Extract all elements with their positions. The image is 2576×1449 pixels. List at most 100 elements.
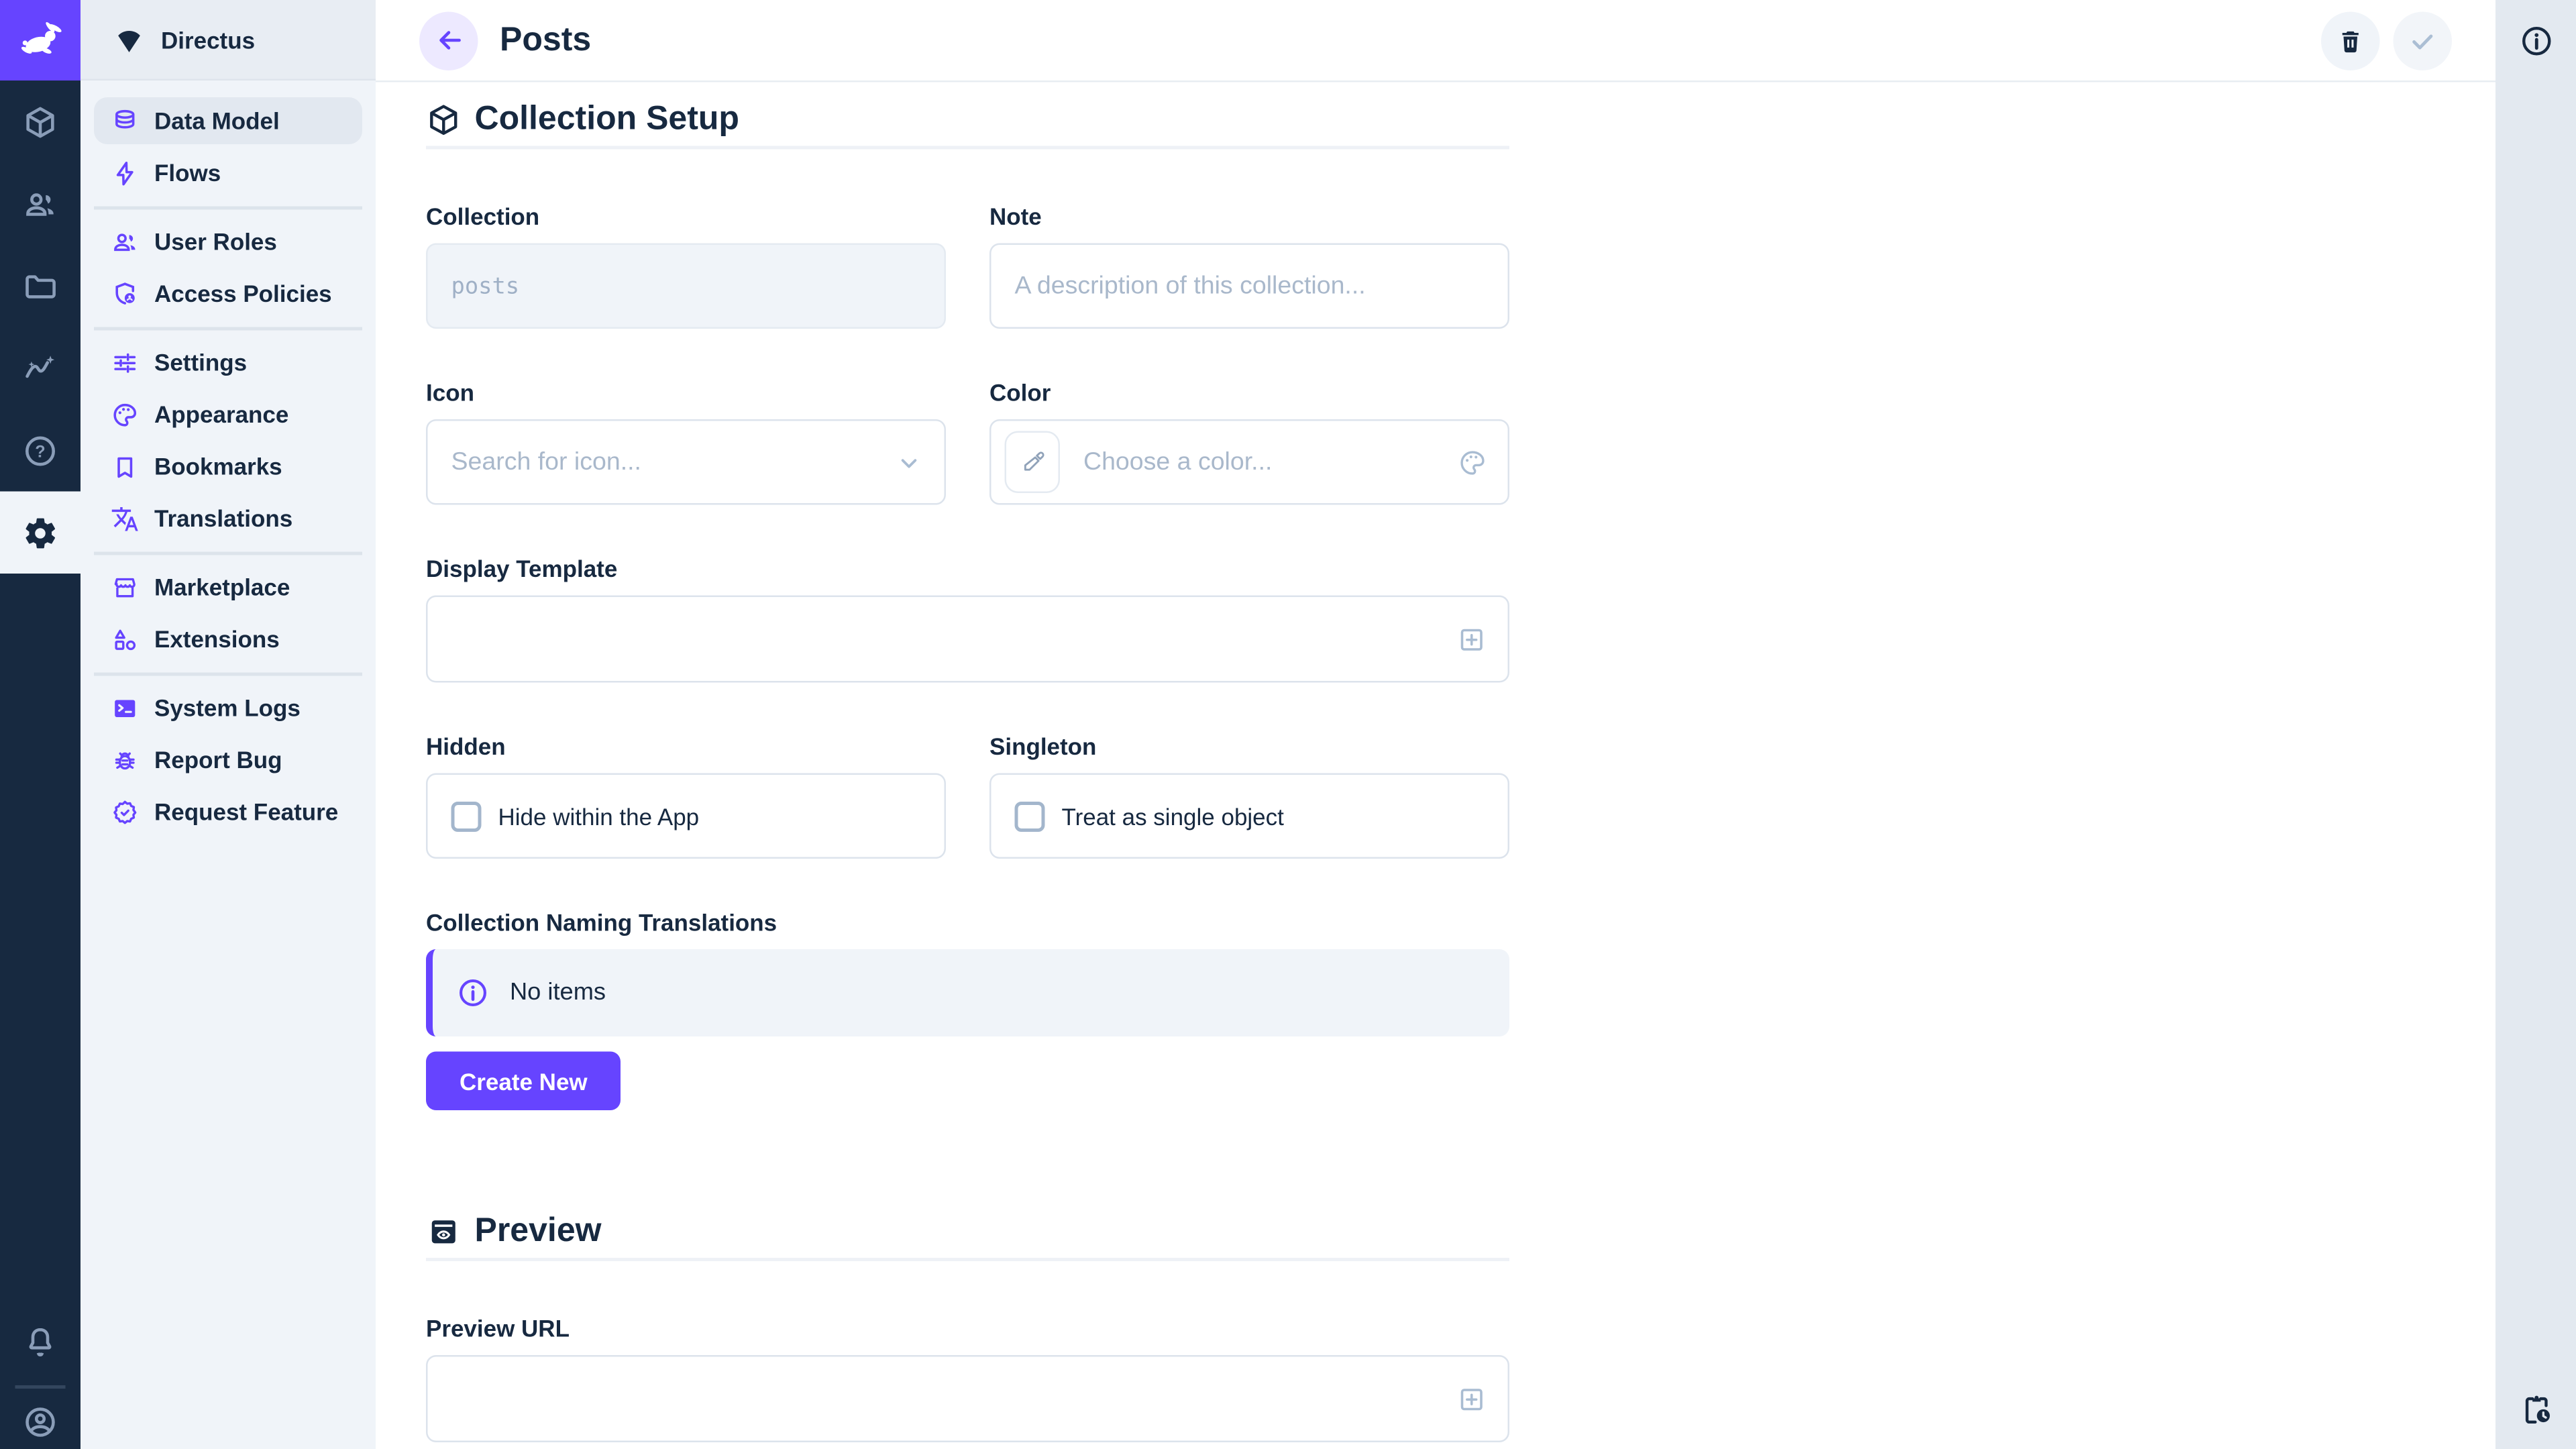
singleton-checkbox-row[interactable]: Treat as single object	[989, 773, 1509, 859]
nav-item-label: Request Feature	[154, 798, 338, 825]
nav-item-request-feature[interactable]: Request Feature	[94, 788, 362, 835]
nav-item-label: Data Model	[154, 107, 280, 134]
nav-item-flows[interactable]: Flows	[94, 150, 362, 197]
nav-item-bookmarks[interactable]: Bookmarks	[94, 443, 362, 490]
module-users[interactable]	[0, 163, 80, 246]
nav-item-label: Appearance	[154, 401, 288, 428]
info-circle-icon	[456, 976, 490, 1010]
nav-item-settings[interactable]: Settings	[94, 339, 362, 386]
nav-item-label: Settings	[154, 349, 247, 376]
section-collection-setup: Collection Setup	[426, 99, 1509, 140]
field-label: Note	[989, 203, 1509, 232]
color-input[interactable]	[1060, 421, 1458, 504]
sidebar-info-button[interactable]	[2496, 0, 2576, 80]
terminal-icon	[111, 694, 140, 722]
nav-item-user-roles[interactable]: User Roles	[94, 218, 362, 265]
nav-item-system-logs[interactable]: System Logs	[94, 684, 362, 731]
hidden-checkbox[interactable]	[451, 801, 482, 831]
trash-icon	[2337, 26, 2365, 55]
module-help[interactable]: ?	[0, 409, 80, 492]
nav-item-appearance[interactable]: Appearance	[94, 391, 362, 438]
empty-state-text: No items	[510, 979, 606, 1006]
chevron-down-icon[interactable]	[894, 447, 924, 477]
nav-item-label: Flows	[154, 160, 221, 186]
field-hidden: Hidden Hide within the App	[426, 733, 946, 859]
translate-icon	[111, 504, 140, 533]
module-bar: ?	[0, 0, 80, 1449]
account-button[interactable]	[0, 1395, 80, 1449]
field-display-template: Display Template	[426, 555, 1509, 683]
field-collection: Collection	[426, 203, 946, 329]
back-button[interactable]	[419, 11, 478, 70]
field-label: Color	[989, 379, 1509, 408]
module-insights[interactable]	[0, 327, 80, 410]
module-files[interactable]	[0, 245, 80, 327]
project-info-bar[interactable]: Directus	[80, 0, 376, 80]
nav-divider	[94, 672, 362, 675]
icon-search-input[interactable]	[428, 421, 894, 504]
page-header: Posts	[376, 0, 2496, 83]
field-label: Collection Naming Translations	[426, 909, 1509, 938]
color-swatch-button[interactable]	[1005, 431, 1061, 494]
add-box-icon[interactable]	[1456, 1383, 1488, 1415]
no-items-notice: No items	[426, 949, 1509, 1036]
notifications-button[interactable]	[0, 1305, 80, 1379]
arrow-left-icon	[432, 23, 466, 57]
main-area: Posts	[376, 0, 2496, 1449]
delete-button[interactable]	[2321, 11, 2380, 70]
nav-item-label: Report Bug	[154, 747, 282, 773]
preview-url-input[interactable]	[428, 1357, 1456, 1441]
hidden-checkbox-row[interactable]: Hide within the App	[426, 773, 946, 859]
eyedropper-icon	[1019, 449, 1046, 476]
nav-item-marketplace[interactable]: Marketplace	[94, 564, 362, 610]
bolt-icon	[111, 158, 140, 187]
nav-item-report-bug[interactable]: Report Bug	[94, 737, 362, 784]
display-template-input[interactable]	[428, 597, 1456, 681]
help-icon: ?	[22, 432, 59, 469]
svg-text:?: ?	[35, 441, 45, 460]
create-new-button[interactable]: Create New	[426, 1052, 621, 1111]
field-collection-naming-translations: Collection Naming Translations No items …	[426, 909, 1509, 1110]
field-label: Display Template	[426, 555, 1509, 584]
nav-item-translations[interactable]: Translations	[94, 495, 362, 542]
palette-icon	[111, 400, 140, 429]
field-preview-url: Preview URL	[426, 1315, 1509, 1442]
nav-item-data-model[interactable]: Data Model	[94, 97, 362, 144]
nav-divider	[94, 326, 362, 329]
pending-actions-icon	[2518, 1391, 2554, 1427]
info-icon	[2518, 23, 2554, 58]
palette-icon[interactable]	[1458, 447, 1488, 477]
module-bar-divider	[15, 1385, 66, 1389]
singleton-checkbox[interactable]	[1015, 801, 1045, 831]
directus-logo[interactable]	[0, 0, 80, 80]
nav-item-label: User Roles	[154, 228, 277, 255]
nav-divider	[94, 551, 362, 554]
field-color: Color	[989, 379, 1509, 505]
nav-item-label: Translations	[154, 505, 292, 532]
checkbox-label: Treat as single object	[1062, 802, 1284, 829]
account-circle-icon	[22, 1404, 59, 1441]
rabbit-logo-icon	[15, 15, 66, 66]
module-settings[interactable]	[0, 492, 80, 574]
gear-icon	[22, 514, 59, 551]
section-divider	[426, 1258, 1509, 1261]
bug-icon	[111, 745, 140, 774]
field-label: Preview URL	[426, 1315, 1509, 1344]
project-status-icon	[114, 24, 144, 54]
check-icon	[2407, 24, 2439, 56]
save-button[interactable]	[2394, 11, 2453, 70]
checkbox-label: Hide within the App	[498, 802, 700, 829]
extension-shapes-icon	[111, 625, 140, 653]
module-content[interactable]	[0, 80, 80, 163]
nav-item-access-policies[interactable]: Access Policies	[94, 270, 362, 317]
shield-person-icon	[111, 279, 140, 308]
field-singleton: Singleton Treat as single object	[989, 733, 1509, 859]
add-box-icon[interactable]	[1456, 623, 1488, 655]
sidebar-activity-button[interactable]	[2496, 1368, 2576, 1449]
folder-icon	[22, 268, 59, 305]
user-roles-icon	[111, 227, 140, 256]
package-icon	[426, 101, 462, 137]
collection-settings-form: Collection Setup Collection Note	[376, 83, 2496, 1449]
nav-item-extensions[interactable]: Extensions	[94, 616, 362, 663]
note-input[interactable]	[991, 245, 1508, 327]
